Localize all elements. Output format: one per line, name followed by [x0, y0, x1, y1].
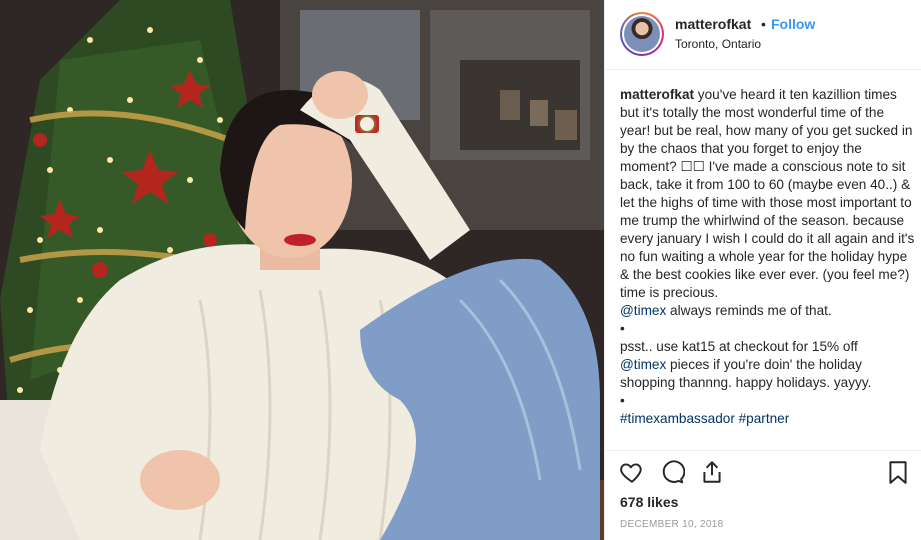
caption-username[interactable]: matterofkat	[620, 87, 694, 102]
likes-count[interactable]: 678 likes	[620, 494, 678, 510]
avatar-ring-inner	[622, 14, 662, 54]
avatar-image	[624, 16, 660, 52]
post-photo[interactable]	[0, 0, 604, 540]
post-header: matterofkat • Follow Toronto, Ontario	[605, 0, 921, 70]
share-icon[interactable]	[699, 459, 725, 485]
heart-icon[interactable]	[619, 459, 645, 485]
separator-dot: •	[761, 16, 766, 32]
follow-button[interactable]: Follow	[771, 16, 815, 32]
comment-icon[interactable]	[659, 459, 686, 485]
photo-illustration	[0, 0, 604, 540]
avatar[interactable]	[620, 12, 664, 56]
mention-timex-2[interactable]: @timex	[620, 357, 666, 372]
hashtag-partner[interactable]: #partner	[739, 411, 790, 426]
mention-timex[interactable]: @timex	[620, 303, 666, 318]
bullet-2: •	[620, 393, 625, 408]
hashtag-timexambassador[interactable]: #timexambassador	[620, 411, 735, 426]
location-link[interactable]: Toronto, Ontario	[675, 37, 761, 51]
caption-line2: psst.. use kat15 at checkout for 15% off	[620, 339, 858, 354]
bookmark-icon[interactable]	[885, 459, 911, 485]
post-panel: matterofkat • Follow Toronto, Ontario ma…	[604, 0, 921, 540]
caption-body: you've heard it ten kazillion times but …	[620, 87, 915, 300]
bullet: •	[620, 321, 625, 336]
post-date: DECEMBER 10, 2018	[620, 519, 724, 530]
caption-line1-end: always reminds me of that.	[666, 303, 832, 318]
caption: matterofkat you've heard it ten kazillio…	[620, 86, 915, 446]
header-username[interactable]: matterofkat	[675, 16, 751, 32]
action-bar	[605, 450, 921, 493]
